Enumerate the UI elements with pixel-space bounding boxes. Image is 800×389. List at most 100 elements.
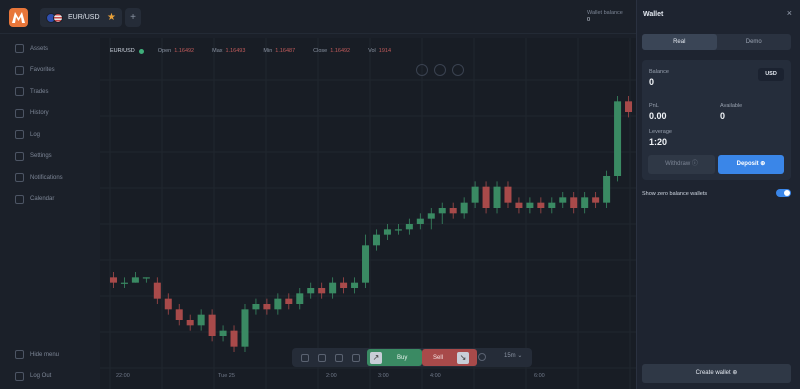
candle-up: [307, 288, 315, 294]
x-tick-label: 3:00: [378, 373, 389, 379]
candle-down: [285, 298, 293, 304]
history-icon: [15, 108, 24, 118]
candle-up: [427, 213, 435, 219]
close-icon[interactable]: ×: [787, 8, 792, 18]
magnet-icon[interactable]: [352, 353, 360, 362]
wallet-balance: Wallet balance 0: [587, 10, 623, 24]
crosshair-icon[interactable]: [416, 64, 428, 76]
candle-down: [109, 277, 117, 283]
sidebar-item-trades[interactable]: Trades: [0, 81, 96, 103]
wallet-type-toggle: Real Demo: [642, 34, 791, 50]
candle-up: [142, 277, 150, 279]
currency-selector[interactable]: USD: [758, 68, 784, 81]
sidebar-item-favorites[interactable]: Favorites: [0, 60, 96, 82]
vol-value: 1914: [378, 48, 392, 54]
candle-down: [186, 320, 194, 326]
logout-button[interactable]: Log Out: [0, 366, 96, 388]
chart-symbol: EUR/USD: [110, 48, 135, 54]
add-tab-button[interactable]: +: [125, 8, 141, 27]
sidebar: Assets Favorites Trades History Log Sett…: [0, 34, 96, 389]
candle-up: [120, 282, 128, 284]
candle-up: [274, 298, 282, 310]
logout-icon: [15, 371, 24, 381]
candle-up: [329, 282, 337, 294]
pair-tab-label: EUR/USD: [68, 14, 100, 21]
candle-up: [405, 224, 413, 230]
hide-menu-button[interactable]: Hide menu: [0, 344, 96, 366]
logout-label: Log Out: [30, 373, 52, 380]
show-zero-toggle[interactable]: [776, 189, 791, 197]
gear-icon[interactable]: [478, 353, 486, 361]
pencil-icon[interactable]: [335, 353, 343, 362]
sidebar-item-notifications[interactable]: Notifications: [0, 167, 96, 189]
bell-icon: [15, 173, 24, 183]
candle-down: [515, 202, 523, 208]
candle-up: [197, 314, 205, 326]
sidebar-item-settings[interactable]: Settings: [0, 146, 96, 168]
zoom-out-icon[interactable]: [452, 64, 464, 76]
show-zero-row: Show zero balance wallets: [642, 188, 791, 200]
withdraw-button[interactable]: Withdraw ⓘ: [648, 155, 715, 174]
favorite-star-icon[interactable]: ★: [107, 12, 116, 23]
candle-up: [372, 234, 380, 246]
price-chart[interactable]: EUR/USD Open 1.16492 Max 1.16493 Min 1.1648…: [100, 38, 636, 389]
create-wallet-button[interactable]: Create wallet ⊕: [642, 364, 791, 383]
candle-down: [482, 186, 490, 208]
x-tick-label: Tue 25: [218, 373, 235, 379]
pair-tab-eurusd[interactable]: EUR/USD ★: [40, 8, 122, 27]
pnl-label: PnL: [649, 103, 659, 109]
candlestick-plot[interactable]: [100, 38, 636, 389]
candle-up: [471, 186, 479, 203]
x-tick-label: 22:00: [116, 373, 130, 379]
candle-down: [570, 197, 578, 208]
app-logo[interactable]: [9, 8, 28, 27]
balance-label: Balance: [649, 69, 669, 75]
sidebar-item-assets[interactable]: Assets: [0, 38, 96, 60]
sell-button[interactable]: Sell ↘: [422, 349, 477, 366]
show-zero-label: Show zero balance wallets: [642, 191, 708, 197]
buy-label: Buy: [397, 354, 408, 361]
candle-up: [581, 197, 589, 208]
drawing-tool-icon[interactable]: [318, 353, 326, 362]
vol-label: Vol: [368, 48, 376, 54]
candle-up: [548, 202, 556, 208]
close-label: Close: [313, 48, 328, 54]
candle-up: [493, 186, 501, 208]
min-value: 1.16487: [275, 48, 296, 54]
candle-down: [230, 330, 238, 347]
sidebar-item-log[interactable]: Log: [0, 124, 96, 146]
wallet-title: Wallet: [643, 11, 664, 18]
max-label: Max: [212, 48, 223, 54]
sidebar-item-history[interactable]: History: [0, 103, 96, 125]
candle-down: [537, 202, 545, 208]
arrow-down-right-icon: ↘: [457, 351, 470, 364]
calendar-icon: [15, 194, 24, 204]
candle-down: [153, 282, 161, 299]
deposit-button[interactable]: Deposit ⊕: [718, 155, 784, 174]
sidebar-item-label: Notifications: [30, 174, 63, 181]
zoom-in-icon[interactable]: [434, 64, 446, 76]
candle-up: [362, 245, 370, 283]
sidebar-item-calendar[interactable]: Calendar: [0, 189, 96, 211]
sidebar-item-label: Calendar: [30, 196, 55, 203]
timeframe-select[interactable]: 15m ⌄: [504, 352, 522, 359]
candle-up: [603, 176, 611, 203]
available-label: Available: [720, 103, 743, 109]
sidebar-item-label: Settings: [30, 153, 52, 160]
close-value: 1.16492: [330, 48, 351, 54]
chart-type-icon[interactable]: [301, 353, 309, 362]
open-label: Open: [157, 48, 172, 54]
x-tick-label: 6:00: [534, 373, 545, 379]
tab-demo[interactable]: Demo: [717, 34, 792, 50]
candle-down: [318, 288, 326, 294]
wallet-panel: Wallet × Real Demo Balance 0 USD PnL 0.0…: [636, 0, 800, 389]
tab-real[interactable]: Real: [642, 34, 717, 50]
buy-button[interactable]: ↗ Buy: [367, 349, 422, 366]
wallet-card: Balance 0 USD PnL 0.00 Available 0 Lever…: [642, 60, 791, 180]
chart-tools: [416, 64, 470, 76]
collapse-icon: [15, 350, 24, 360]
sidebar-item-label: Log: [30, 131, 41, 138]
candle-up: [351, 282, 359, 288]
top-bar: EUR/USD ★ + Wallet balance 0: [0, 0, 636, 34]
star-icon: [15, 65, 24, 75]
